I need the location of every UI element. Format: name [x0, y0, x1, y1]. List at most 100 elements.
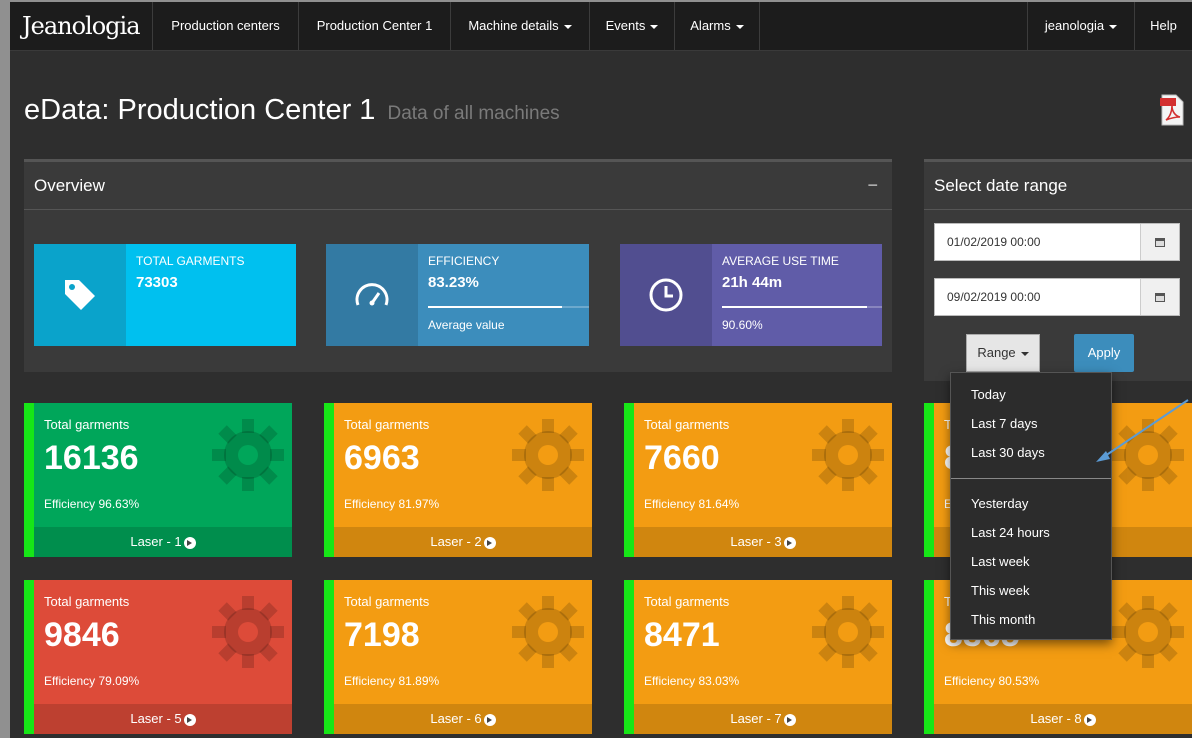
range-option-yesterday[interactable]: Yesterday — [971, 496, 1028, 511]
range-option-this-month[interactable]: This month — [971, 612, 1035, 627]
progress-bar-fill — [722, 306, 867, 308]
nav-user-label: jeanologia — [1044, 18, 1105, 33]
card-status-edge — [924, 580, 934, 734]
app-window: Jeanologia Production centers Production… — [10, 2, 1192, 738]
nav-events[interactable]: Events — [589, 2, 674, 50]
date-range-panel: Select date range 01/02/2019 00:00 09/02… — [924, 159, 1192, 381]
card-efficiency: Efficiency 80.53% — [944, 674, 1040, 688]
arrow-circle-right-icon — [483, 713, 496, 726]
card-status-edge — [924, 403, 934, 557]
speedometer-icon — [355, 283, 389, 306]
card-status-edge — [324, 580, 334, 734]
pdf-export-icon[interactable] — [1160, 94, 1184, 126]
nav-production-centers[interactable]: Production centers — [152, 2, 298, 50]
card-value: 8471 — [644, 616, 720, 654]
gear-icon — [512, 419, 584, 491]
info-label: AVERAGE USE TIME — [722, 254, 839, 268]
info-label: TOTAL GARMENTS — [136, 254, 245, 268]
card-efficiency: Efficiency 81.97% — [344, 497, 440, 511]
range-option-today[interactable]: Today — [971, 387, 1006, 402]
range-option-last-30-days[interactable]: Last 30 days — [971, 445, 1045, 460]
apply-button[interactable]: Apply — [1074, 334, 1134, 372]
top-navbar: Jeanologia Production centers Production… — [10, 2, 1192, 51]
nav-label: Production centers — [171, 18, 280, 33]
machine-card: Total garments 9846 Efficiency 79.09% Laser… — [24, 580, 292, 734]
nav-user-menu[interactable]: jeanologia — [1027, 2, 1134, 50]
card-status-edge — [624, 580, 634, 734]
machine-name: Laser - 3 — [730, 534, 782, 549]
arrow-circle-right-icon — [783, 713, 796, 726]
info-box-efficiency: EFFICIENCY 83.23% Average value — [326, 244, 589, 346]
range-option-last-7-days[interactable]: Last 7 days — [971, 416, 1038, 431]
info-icon-bg — [326, 244, 418, 346]
overview-panel: Overview − TOTAL GARMENTS 73303 EFFICIEN… — [24, 159, 892, 372]
gear-icon — [1112, 419, 1184, 491]
range-option-last-24-hours[interactable]: Last 24 hours — [971, 525, 1050, 540]
gear-icon — [212, 596, 284, 668]
machine-link[interactable]: Laser - 5 — [34, 704, 292, 734]
machine-name: Laser - 5 — [130, 711, 182, 726]
date-range-header: Select date range — [924, 162, 1192, 210]
info-text: EFFICIENCY 83.23% — [428, 254, 499, 291]
clock-icon — [649, 278, 683, 312]
caret-down-icon — [735, 24, 744, 29]
caret-down-icon — [1109, 24, 1118, 29]
nav-help[interactable]: Help — [1134, 2, 1192, 50]
machine-card: Total garments 7660 Efficiency 81.64% Laser… — [624, 403, 892, 557]
info-value: 83.23% — [428, 274, 479, 291]
nav-help-label: Help — [1150, 18, 1177, 33]
arrow-circle-right-icon — [783, 536, 796, 549]
card-label: Total garments — [644, 417, 730, 432]
range-option-this-week[interactable]: This week — [971, 583, 1030, 598]
arrow-circle-right-icon — [183, 713, 196, 726]
machine-link[interactable]: Laser - 1 — [34, 527, 292, 557]
card-status-edge — [24, 403, 34, 557]
info-value: 73303 — [136, 274, 178, 291]
arrow-circle-right-icon — [183, 536, 196, 549]
info-text: TOTAL GARMENTS 73303 — [136, 254, 244, 291]
card-status-edge — [624, 403, 634, 557]
card-efficiency: Efficiency 79.09% — [44, 674, 140, 688]
range-dropdown-menu: Today Last 7 days Last 30 days Yesterday… — [950, 372, 1112, 640]
range-label: Range — [977, 345, 1016, 360]
info-text: AVERAGE USE TIME 21h 44m — [722, 254, 839, 291]
info-label: EFFICIENCY — [428, 254, 500, 268]
nav-machine-details[interactable]: Machine details — [450, 2, 589, 50]
date-range-title: Select date range — [934, 176, 1068, 195]
card-label: Total garments — [44, 417, 130, 432]
range-dropdown-button[interactable]: Range — [966, 334, 1040, 372]
progress-bar-fill — [428, 306, 562, 308]
info-box-total-garments: TOTAL GARMENTS 73303 — [34, 244, 296, 346]
gear-icon — [212, 419, 284, 491]
machine-link[interactable]: Laser - 2 — [334, 527, 592, 557]
gear-icon — [812, 596, 884, 668]
machine-card: Total garments 6963 Efficiency 81.97% Laser… — [324, 403, 592, 557]
calendar-icon[interactable] — [1140, 224, 1179, 260]
date-to-input[interactable]: 09/02/2019 00:00 — [934, 278, 1180, 316]
card-efficiency: Efficiency 81.89% — [344, 674, 440, 688]
machine-link[interactable]: Laser - 7 — [634, 704, 892, 734]
collapse-button[interactable]: − — [867, 162, 878, 209]
arrow-circle-right-icon — [483, 536, 496, 549]
gear-icon — [512, 596, 584, 668]
machine-link[interactable]: Laser - 3 — [634, 527, 892, 557]
machine-card: Total garments 8471 Efficiency 83.03% Laser… — [624, 580, 892, 734]
machine-link[interactable]: Laser - 8 — [934, 704, 1192, 734]
machine-name: Laser - 6 — [430, 711, 482, 726]
gear-icon — [812, 419, 884, 491]
nav-production-center-1[interactable]: Production Center 1 — [298, 2, 450, 50]
machine-name: Laser - 1 — [130, 534, 182, 549]
calendar-icon[interactable] — [1140, 279, 1179, 315]
nav-alarms[interactable]: Alarms — [674, 2, 760, 50]
menu-divider — [951, 478, 1111, 479]
card-value: 7198 — [344, 616, 420, 654]
date-to-value: 09/02/2019 00:00 — [947, 290, 1041, 304]
range-option-last-week[interactable]: Last week — [971, 554, 1030, 569]
progress-bar — [722, 306, 882, 308]
card-status-edge — [24, 580, 34, 734]
machine-link[interactable]: Laser - 6 — [334, 704, 592, 734]
date-from-input[interactable]: 01/02/2019 00:00 — [934, 223, 1180, 261]
machine-card: Total garments 7198 Efficiency 81.89% Laser… — [324, 580, 592, 734]
brand-logo[interactable]: Jeanologia — [10, 2, 152, 50]
nav-label: Machine details — [468, 18, 559, 33]
